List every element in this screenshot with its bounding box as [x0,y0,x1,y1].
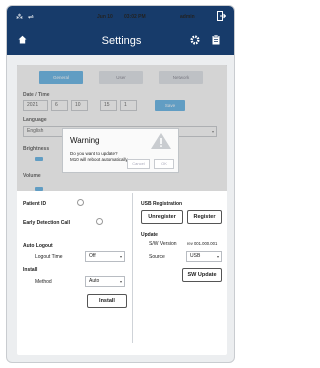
usb-registration-label: USB Registration [141,201,183,207]
status-time: 03:02 PM [124,14,146,20]
status-user: admin [180,14,195,20]
dialog-message-line2: M10 will reboot automatically. [70,157,129,162]
chevron-down-icon: ▾ [119,279,122,284]
auto-logout-label: Auto Logout [23,243,53,249]
usb-icon: ⇌ [28,14,34,21]
register-button[interactable]: Register [187,210,222,224]
page-title: Settings [101,35,142,47]
gear-icon[interactable] [190,35,200,48]
unregister-button[interactable]: Unregister [141,210,183,224]
ok-button[interactable]: OK [154,159,174,169]
title-bar: Settings [7,28,234,55]
logout-icon[interactable] [217,11,227,23]
source-value: USB [190,253,201,259]
logout-time-select[interactable]: Off ▾ [85,251,125,262]
install-label: Install [23,267,38,273]
sw-version-value: rev 001.000.001 [187,241,218,246]
patient-id-radio[interactable] [77,199,84,206]
method-select[interactable]: Auto ▾ [85,276,125,287]
sw-version-label: S/W Version [149,241,177,247]
source-label: Source [149,254,165,260]
column-divider [132,193,133,343]
logout-time-value: Off [89,253,96,259]
cancel-button[interactable]: Cancel [127,159,150,169]
patient-id-label: Patient ID [23,201,47,207]
sw-update-button[interactable]: SW Update [182,268,222,282]
device-frame: ⁂ ⇌ Jun 10 03:02 PM admin Settings Gener… [6,5,235,363]
chevron-down-icon: ▾ [119,254,122,259]
dialog-message: Do you want to update? M10 will reboot a… [70,151,129,163]
install-button[interactable]: Install [87,294,127,308]
network-icon: ⁂ [16,14,23,21]
status-bar: ⁂ ⇌ Jun 10 03:02 PM admin [7,6,234,28]
status-date: Jun 10 [97,14,113,20]
warning-dialog: Warning Do you want to update? M10 will … [62,128,179,173]
early-detection-label: Early Detection Call [23,220,70,226]
method-label: Method [35,279,52,285]
method-value: Auto [89,278,100,284]
update-label: Update [141,232,158,238]
clipboard-icon[interactable] [212,34,220,48]
settings-panel: General User Network Date / Time 2021 6 … [17,65,227,355]
logout-time-label: Logout Time [35,254,63,260]
chevron-down-icon: ▾ [216,254,219,259]
top-bar: ⁂ ⇌ Jun 10 03:02 PM admin Settings [7,6,234,55]
early-detection-radio[interactable] [96,218,103,225]
warning-icon [151,133,171,149]
dialog-title: Warning [70,136,100,145]
source-select[interactable]: USB ▾ [186,251,222,262]
